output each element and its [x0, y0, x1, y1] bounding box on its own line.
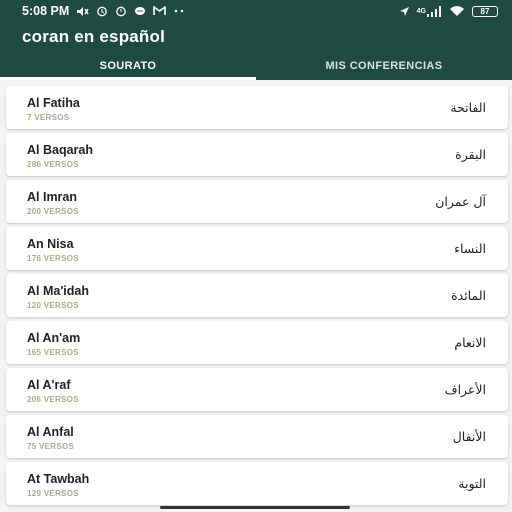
list-item[interactable]: Al Anfal 75 VERSOS الأنفال — [6, 415, 508, 458]
tab-mis-conferencias-label: MIS CONFERENCIAS — [325, 60, 443, 72]
surah-name: Al Ma'idah — [27, 284, 90, 298]
list-item[interactable]: Al An'am 165 VERSOS الانعام — [6, 321, 508, 364]
surah-verses: 165 VERSOS — [27, 348, 79, 357]
list-item[interactable]: Al Baqarah 286 VERSOS البقرة — [6, 133, 508, 176]
surah-arabic-name: الانعام — [454, 335, 486, 350]
network-type-label: 4G — [416, 7, 426, 15]
surah-name: Al Fatiha — [27, 96, 80, 110]
surah-verses: 286 VERSOS — [27, 160, 79, 169]
surah-verses: 120 VERSOS — [27, 301, 79, 310]
surah-verses: 129 VERSOS — [27, 489, 79, 498]
chat-icon — [134, 6, 146, 17]
battery-icon: 87 — [472, 5, 498, 17]
surah-arabic-name: الأعراف — [444, 382, 486, 397]
gesture-nav-bar[interactable] — [160, 506, 350, 509]
surah-arabic-name: آل عمران — [435, 194, 486, 209]
surah-arabic-name: الفاتحة — [450, 100, 486, 115]
surah-arabic-name: المائدة — [451, 288, 486, 303]
surah-name: Al Baqarah — [27, 143, 93, 157]
surah-verses: 176 VERSOS — [27, 254, 79, 263]
list-item[interactable]: Al Fatiha 7 VERSOS الفاتحة — [6, 86, 508, 129]
list-item[interactable]: An Nisa 176 VERSOS النساء — [6, 227, 508, 270]
surah-name: Al An'am — [27, 331, 81, 345]
tab-sourato[interactable]: SOURATO — [0, 52, 256, 80]
wifi-icon — [449, 5, 465, 17]
more-dots-icon — [173, 9, 185, 13]
app-title: coran en español — [22, 27, 166, 46]
surah-name: An Nisa — [27, 237, 74, 251]
list-item[interactable]: Al Ma'idah 120 VERSOS المائدة — [6, 274, 508, 317]
location-icon — [399, 6, 410, 17]
surah-arabic-name: النساء — [454, 241, 486, 256]
surah-verses: 75 VERSOS — [27, 442, 75, 451]
surah-name: Al Anfal — [27, 425, 74, 439]
tab-mis-conferencias[interactable]: MIS CONFERENCIAS — [256, 52, 512, 80]
alarm-icon-2 — [115, 5, 127, 17]
mail-icon — [153, 6, 167, 16]
battery-level: 87 — [480, 6, 490, 16]
surah-verses: 7 VERSOS — [27, 113, 70, 122]
mute-icon — [76, 6, 89, 17]
tab-bar: SOURATO MIS CONFERENCIAS — [0, 52, 512, 80]
surah-name: At Tawbah — [27, 472, 90, 486]
status-right: 4G 87 — [399, 5, 498, 17]
app-bar: coran en español SOURATO MIS CONFERENCIA… — [0, 22, 512, 80]
status-bar: 5:08 PM 4G 87 — [0, 0, 512, 22]
surah-arabic-name: البقرة — [455, 147, 486, 162]
surah-name: Al Imran — [27, 190, 78, 204]
surah-arabic-name: التوبة — [458, 476, 486, 491]
surah-verses: 200 VERSOS — [27, 207, 79, 216]
list-item[interactable]: Al Imran 200 VERSOS آل عمران — [6, 180, 508, 223]
surah-arabic-name: الأنفال — [452, 429, 486, 444]
surah-verses: 206 VERSOS — [27, 395, 79, 404]
status-time: 5:08 PM — [22, 4, 70, 18]
status-left: 5:08 PM — [22, 4, 185, 18]
surah-name: Al A'raf — [27, 378, 71, 392]
signal-icon: 4G — [416, 5, 442, 17]
list-item[interactable]: Al A'raf 206 VERSOS الأعراف — [6, 368, 508, 411]
tab-sourato-label: SOURATO — [99, 60, 157, 72]
list-item[interactable]: At Tawbah 129 VERSOS التوبة — [6, 462, 508, 505]
alarm-icon — [96, 5, 108, 17]
